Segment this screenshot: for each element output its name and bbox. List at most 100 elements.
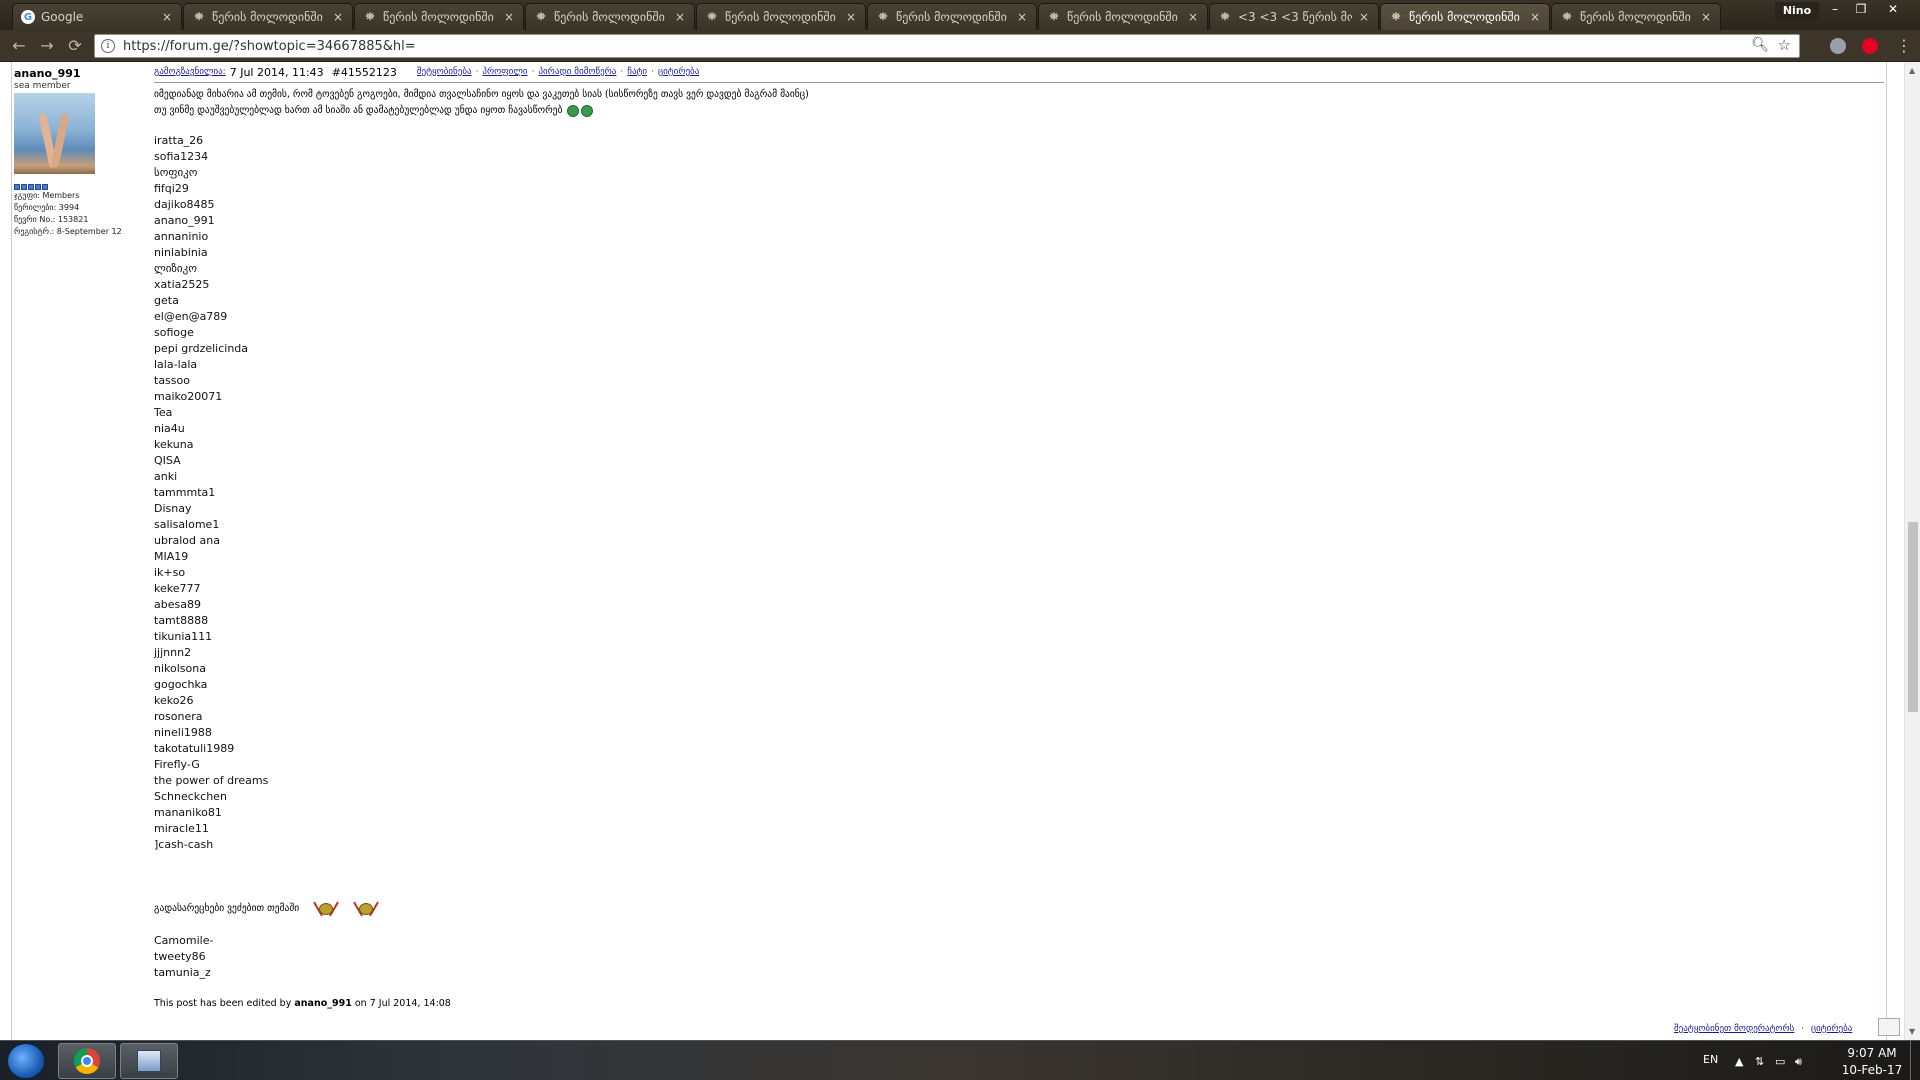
tab-close-icon[interactable]: × (845, 10, 857, 24)
author-name[interactable]: anano_991 (14, 67, 150, 80)
note-text: გადასარეცხები ვეძებით თემაში (154, 902, 300, 914)
post-action-link[interactable]: შეტყობინება (417, 67, 472, 77)
list-item: pepi grdzelicinda (154, 342, 249, 355)
browser-tab[interactable]: ⛯ <3 <3 <3 წერის მოლ × (1209, 3, 1379, 30)
forum-icon: ⛯ (536, 10, 546, 23)
intro-line: თუ ვინმე დაუშვებულებლად ხართ ამ სიაში ან… (154, 103, 1884, 119)
action-center-icon[interactable]: ▭ (1775, 1055, 1785, 1068)
clock-time[interactable]: 9:07 AM (1840, 1046, 1904, 1060)
browser-menu-icon[interactable]: ⋮ (1896, 34, 1912, 58)
author-stat: წერილები: 3994 (14, 203, 80, 212)
bug-emoticon-icon (353, 899, 380, 917)
posted-label[interactable]: გამოგზავნილია: (154, 67, 226, 77)
post-action-link[interactable]: პირადი მიმოწერა (538, 67, 616, 77)
tab-close-icon[interactable]: × (161, 10, 173, 24)
list-item: tamunia_z (154, 966, 211, 979)
list-item: Disnay (154, 502, 192, 515)
post-action-link[interactable]: ციტირება (658, 67, 699, 77)
scroll-thumb[interactable] (1908, 522, 1918, 712)
list-item: keko26 (154, 694, 194, 707)
list-item: nia4u (154, 422, 185, 435)
tab-close-icon[interactable]: × (1187, 10, 1199, 24)
post-datetime: 7 Jul 2014, 11:43 (229, 65, 324, 79)
list-item: Tea (154, 406, 173, 419)
back-icon[interactable]: ← (8, 36, 30, 56)
list-item: xatia2525 (154, 278, 210, 291)
browser-tab[interactable]: ⛯ წერის მოლოდინში × (354, 3, 524, 30)
post-body: გამოგზავნილია: 7 Jul 2014, 11:43 #415521… (154, 65, 1884, 1009)
pinterest-extension-icon[interactable] (1862, 38, 1878, 54)
avatar (14, 93, 95, 174)
zoom-icon[interactable]: 🔍︎ (1751, 37, 1769, 53)
tab-title: წერის მოლოდინში (554, 10, 665, 24)
browser-tab[interactable]: G Google × (12, 3, 182, 30)
list-item: gogochka (154, 678, 208, 691)
language-indicator[interactable]: EN (1703, 1053, 1718, 1066)
tab-close-icon[interactable]: × (1016, 10, 1028, 24)
chrome-taskbar-button[interactable] (58, 1043, 116, 1079)
browser-tab[interactable]: ⛯ წერის მოლოდინში × (525, 3, 695, 30)
tab-title: წერის მოლოდინში (1580, 10, 1691, 24)
forum-icon: ⛯ (194, 10, 204, 23)
site-info-icon[interactable]: i (101, 39, 115, 53)
forum-icon: ⛯ (1562, 10, 1572, 23)
app-taskbar-button[interactable] (120, 1043, 178, 1079)
post-bottom-links: შეატყობინეთ მოდერატორს · ციტირება (1674, 1024, 1853, 1034)
post-author-column: anano_991 sea member ჯგუფი: Members წერილ… (14, 67, 150, 238)
forward-icon[interactable]: → (36, 36, 58, 56)
show-desktop-button[interactable] (1910, 1041, 1920, 1080)
tab-close-icon[interactable]: × (332, 10, 344, 24)
tab-close-icon[interactable]: × (1529, 10, 1541, 24)
minimize-window-button[interactable]: – (1822, 0, 1848, 20)
list-item: QISA (154, 454, 181, 467)
browser-tab[interactable]: ⛯ წერის მოლოდინში × (183, 3, 353, 30)
start-button[interactable] (7, 1043, 45, 1079)
windows-taskbar: EN ▲ ⇅ ▭ 🔊︎ 9:07 AM 10-Feb-17 (0, 1040, 1920, 1080)
browser-tab[interactable]: ⛯ წერის მოლოდინში × (696, 3, 866, 30)
tab-close-icon[interactable]: × (1700, 10, 1712, 24)
address-url[interactable]: https://forum.ge/?showtopic=34667885&hl= (123, 39, 416, 54)
restore-window-button[interactable]: ❐ (1848, 0, 1874, 20)
list-item: Schneckchen (154, 790, 227, 803)
report-moderator-link[interactable]: შეატყობინეთ მოდერატორს (1674, 1024, 1794, 1034)
tab-close-icon[interactable]: × (1358, 10, 1370, 24)
list-item: iratta_26 (154, 134, 204, 147)
intro-line: იმედიანად მიხარია ამ თემის, რომ ტოვებენ … (154, 89, 809, 100)
author-stats: ჯგუფი: Members წერილები: 3994 წევრი No.: 1… (14, 190, 150, 238)
show-hidden-icons-icon[interactable]: ▲ (1735, 1055, 1743, 1068)
tab-title: წერის მოლოდინში (725, 10, 836, 24)
close-window-button[interactable]: ✕ (1880, 0, 1906, 20)
list-item: ubralod ana (154, 534, 220, 547)
browser-tab[interactable]: ⛯ წერის მოლოდინში × (1038, 3, 1208, 30)
list-item: ik+so (154, 566, 186, 579)
post-action-link[interactable]: პროფილი (482, 67, 527, 77)
forum-icon: ⛯ (1049, 10, 1059, 23)
tab-title: წერის მოლოდინში (212, 10, 323, 24)
address-bar[interactable]: i https://forum.ge/?showtopic=34667885&h… (94, 34, 1800, 58)
browser-tab[interactable]: ⛯ წერის მოლოდინში × (1380, 3, 1550, 30)
tab-title: <3 <3 <3 წერის მოლ (1238, 10, 1352, 24)
list-item: el@en@a789 (154, 310, 228, 323)
tab-close-icon[interactable]: × (503, 10, 515, 24)
browser-tab[interactable]: ⛯ წერის მოლოდინში × (1551, 3, 1721, 30)
post-action-link[interactable]: ჩატი (627, 67, 647, 77)
list-item: tamt8888 (154, 614, 209, 627)
forum-icon: ⛯ (1391, 10, 1401, 23)
quote-link[interactable]: ციტირება (1811, 1024, 1852, 1034)
network-share-icon[interactable]: ⇅ (1755, 1055, 1764, 1068)
page-scrollbar[interactable]: ▲ ▼ (1904, 62, 1920, 1040)
bookmark-star-icon[interactable]: ☆ (1778, 36, 1791, 54)
list-item: tweety86 (154, 950, 206, 963)
list-item: annaninio (154, 230, 209, 243)
list-item: niniabinia (154, 246, 208, 259)
scroll-up-icon[interactable]: ▲ (1909, 66, 1915, 75)
volume-icon[interactable]: 🔊︎ (1795, 1055, 1802, 1069)
scroll-down-icon[interactable]: ▼ (1909, 1027, 1915, 1036)
multiquote-button[interactable] (1878, 1018, 1900, 1036)
clock-date[interactable]: 10-Feb-17 (1836, 1063, 1908, 1077)
extension-icon[interactable] (1830, 38, 1846, 54)
computer-icon (137, 1050, 161, 1072)
browser-tab[interactable]: ⛯ წერის მოლოდინში × (867, 3, 1037, 30)
tab-close-icon[interactable]: × (674, 10, 686, 24)
reload-icon[interactable]: ⟳ (64, 36, 86, 56)
